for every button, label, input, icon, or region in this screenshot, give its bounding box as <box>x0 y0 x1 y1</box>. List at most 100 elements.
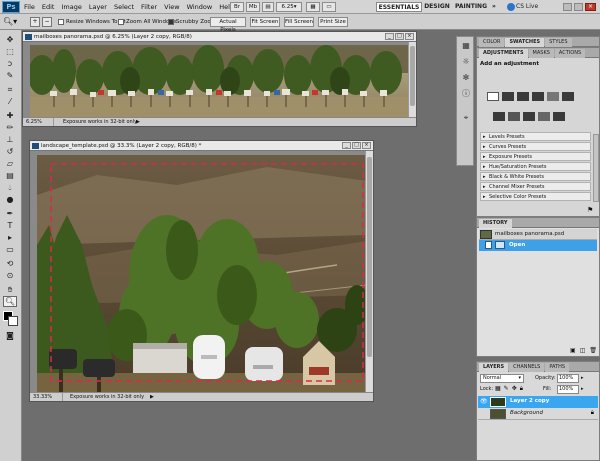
info-panel-icon[interactable]: ⓘ <box>461 89 471 99</box>
maximize-window-button[interactable]: □ <box>395 33 404 40</box>
panel-footer-icon[interactable]: ⚑ <box>587 206 593 214</box>
3d-rotate-tool-icon[interactable]: ⟲ <box>3 258 17 269</box>
preset-channel-mixer[interactable]: Channel Mixer Presets <box>480 182 591 191</box>
opacity-field[interactable]: 100% <box>557 374 579 383</box>
tab-styles[interactable]: STYLES <box>545 38 572 47</box>
fit-screen-button[interactable]: Fit Screen <box>250 17 280 27</box>
workspace-essentials[interactable]: ESSENTIALS <box>376 2 422 12</box>
zoom-tool-icon[interactable]: 🔍︎▾ <box>3 17 19 27</box>
preset-levels[interactable]: Levels Presets <box>480 132 591 141</box>
menu-layer[interactable]: Layer <box>89 3 107 11</box>
menu-window[interactable]: Window <box>187 3 213 11</box>
pen-tool-icon[interactable]: ✒ <box>3 208 17 219</box>
photo-filter-icon[interactable] <box>523 112 535 121</box>
type-tool-icon[interactable]: T <box>3 220 17 231</box>
fill-field[interactable]: 100% <box>557 385 579 394</box>
delete-state-icon[interactable]: 🗑︎ <box>589 347 597 354</box>
quick-selection-tool-icon[interactable]: ✎ <box>3 70 17 81</box>
black-white-icon[interactable] <box>508 112 520 121</box>
zoom-tool-active-icon[interactable]: 🔍︎ <box>3 296 17 307</box>
menu-image[interactable]: Image <box>61 3 81 11</box>
arrange-documents-icon[interactable]: ▦ <box>306 2 320 12</box>
marquee-tool-icon[interactable]: ⬚ <box>3 46 17 57</box>
history-snapshot-row[interactable]: mailboxes panorama.psd <box>479 229 597 240</box>
minimize-window-button[interactable]: _ <box>342 142 351 149</box>
menu-file[interactable]: File <box>24 3 35 11</box>
invert-icon[interactable] <box>553 112 565 121</box>
eyedropper-tool-icon[interactable]: ⁄ <box>3 96 17 107</box>
document-zoom-field[interactable]: 33.33% <box>33 393 63 401</box>
crop-tool-icon[interactable]: ⌗ <box>3 84 17 95</box>
lock-position-icon[interactable]: ✥ <box>512 385 517 393</box>
hand-tool-icon[interactable]: ✋︎ <box>3 284 17 295</box>
tab-color[interactable]: COLOR <box>479 38 505 47</box>
vertical-scrollbar[interactable] <box>408 42 416 117</box>
history-brush-tool-icon[interactable]: ↺ <box>3 146 17 157</box>
eraser-tool-icon[interactable]: ▱ <box>3 158 17 169</box>
menu-view[interactable]: View <box>164 3 179 11</box>
lock-transparency-icon[interactable]: ▦ <box>495 385 501 393</box>
layer-row-active[interactable]: 👁︎ Layer 2 copy <box>478 396 598 408</box>
tab-channels[interactable]: CHANNELS <box>509 363 545 372</box>
close-window-button[interactable]: × <box>405 33 414 40</box>
quick-mask-icon[interactable]: ◙ <box>3 330 17 341</box>
vibrance-icon[interactable] <box>547 92 559 101</box>
blend-mode-select[interactable]: Normal ▾ <box>480 374 524 383</box>
preset-black-white[interactable]: Black & White Presets <box>480 172 591 181</box>
tab-layers[interactable]: LAYERS <box>479 363 509 372</box>
gradient-tool-icon[interactable]: ▤ <box>3 170 17 181</box>
dodge-tool-icon[interactable]: ● <box>3 194 17 205</box>
clone-stamp-tool-icon[interactable]: ⊥ <box>3 134 17 145</box>
panorama-canvas-image[interactable] <box>30 45 410 118</box>
cs-live-button[interactable]: CS Live <box>516 2 544 12</box>
maximize-window-button[interactable]: □ <box>352 142 361 149</box>
print-size-button[interactable]: Print Size <box>318 17 348 27</box>
hue-saturation-icon[interactable] <box>562 92 574 101</box>
lasso-tool-icon[interactable]: ↄ <box>3 58 17 69</box>
tab-masks[interactable]: MASKS <box>528 49 554 58</box>
presets-scrollbar[interactable] <box>593 134 599 202</box>
new-snapshot-icon[interactable]: ◫ <box>580 347 586 354</box>
brush-tool-icon[interactable]: ✏ <box>3 122 17 133</box>
exposure-icon[interactable] <box>532 92 544 101</box>
tab-actions[interactable]: ACTIONS <box>554 49 586 58</box>
preset-exposure[interactable]: Exposure Presets <box>480 152 591 161</box>
zoom-out-icon[interactable]: − <box>42 17 52 27</box>
history-brush-source-icon[interactable] <box>485 241 492 249</box>
visibility-eye-icon[interactable]: 👁︎ <box>480 398 488 405</box>
character-panel-icon[interactable]: ⌖ <box>461 113 471 123</box>
tab-adjustments[interactable]: ADJUSTMENTS <box>479 49 528 58</box>
landscape-canvas-image[interactable] <box>37 155 367 394</box>
document-zoom-field[interactable]: 6.25% <box>26 118 54 126</box>
menu-edit[interactable]: Edit <box>42 3 55 11</box>
history-panel-icon[interactable]: ☼ <box>461 57 471 67</box>
lock-all-icon[interactable]: 🔒︎ <box>520 385 523 393</box>
channel-mixer-icon[interactable] <box>538 112 550 121</box>
workspace-painting[interactable]: PAINTING <box>454 2 488 12</box>
path-selection-tool-icon[interactable]: ▸ <box>3 232 17 243</box>
brightness-contrast-icon[interactable] <box>487 92 499 101</box>
3d-orbit-tool-icon[interactable]: ⊙ <box>3 270 17 281</box>
close-app-button[interactable]: × <box>585 3 596 11</box>
lock-pixels-icon[interactable]: ✎ <box>504 385 509 393</box>
history-state-row[interactable]: Open <box>479 240 597 251</box>
hand-view-icon[interactable]: ▤ <box>262 2 274 12</box>
layer-name[interactable]: Layer 2 copy <box>510 398 549 404</box>
zoom-level-select[interactable]: 6.25▾ <box>276 2 302 12</box>
actual-pixels-button[interactable]: Actual Pixels <box>210 17 246 33</box>
scrollbar-thumb[interactable] <box>410 46 415 106</box>
workspace-design[interactable]: DESIGN <box>424 2 450 12</box>
tab-swatches[interactable]: SWATCHES <box>505 38 545 47</box>
maximize-button[interactable] <box>574 3 583 11</box>
layer-name[interactable]: Background <box>510 410 543 416</box>
opacity-slider-toggle-icon[interactable]: ▸ <box>581 375 584 381</box>
shape-tool-icon[interactable]: ▭ <box>3 244 17 255</box>
mini-bridge-icon[interactable]: ▦ <box>461 41 471 51</box>
scrollbar-thumb[interactable] <box>367 157 372 357</box>
new-document-from-state-icon[interactable]: ▣ <box>570 347 576 354</box>
status-menu-arrow-icon[interactable]: ▶ <box>150 393 154 401</box>
zoom-in-icon[interactable]: + <box>30 17 40 27</box>
color-balance-icon[interactable] <box>493 112 505 121</box>
menu-filter[interactable]: Filter <box>141 3 157 11</box>
minimize-window-button[interactable]: _ <box>385 33 394 40</box>
